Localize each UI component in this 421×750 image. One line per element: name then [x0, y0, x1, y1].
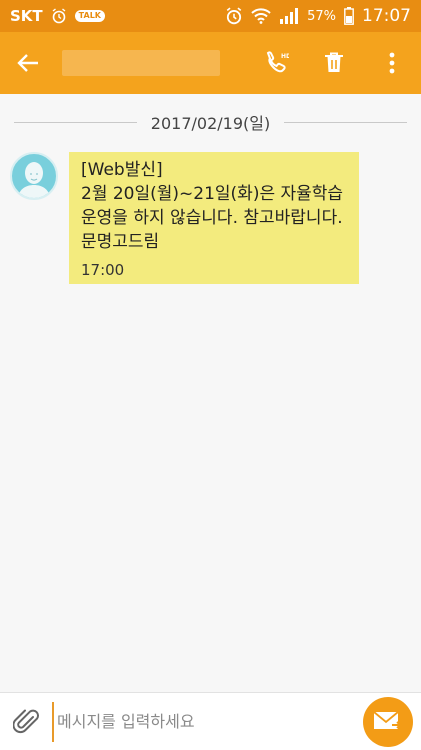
- date-label: 2017/02/19(일): [150, 114, 271, 133]
- alarm-icon: [51, 8, 67, 24]
- attach-button[interactable]: [0, 693, 52, 750]
- more-options-button[interactable]: [363, 32, 421, 94]
- hd-call-button[interactable]: HD: [247, 32, 305, 94]
- status-bar: SKT TALK 57% 17:07: [0, 0, 421, 32]
- send-mail-icon: [373, 710, 403, 729]
- message-bubble[interactable]: [Web발신] 2월 20일(월)~21일(화)은 자율학습 운영을 하지 않습…: [69, 152, 359, 284]
- date-divider: 2017/02/19(일): [14, 111, 407, 133]
- person-icon: [18, 162, 50, 198]
- message-time: 17:00: [81, 261, 125, 279]
- back-button[interactable]: [0, 32, 56, 94]
- message-input[interactable]: [52, 701, 359, 742]
- contact-name-redacted: [62, 50, 220, 76]
- arrow-back-icon: [17, 54, 38, 72]
- message-row: [Web발신] 2월 20일(월)~21일(화)은 자율학습 운영을 하지 않습…: [10, 152, 359, 284]
- avatar[interactable]: [10, 152, 58, 200]
- carrier-label: SKT: [10, 7, 43, 25]
- message-text: [Web발신] 2월 20일(월)~21일(화)은 자율학습 운영을 하지 않습…: [81, 160, 344, 252]
- trash-icon: [325, 52, 343, 72]
- send-button[interactable]: [363, 696, 413, 747]
- clock: 17:07: [362, 6, 411, 26]
- message-composer: [0, 692, 421, 750]
- battery-icon: [344, 7, 354, 25]
- wifi-icon: [251, 8, 271, 24]
- more-vert-icon: [389, 52, 395, 74]
- alarm-icon: [225, 7, 243, 25]
- battery-percent: 57%: [307, 8, 336, 24]
- signal-icon: [279, 7, 299, 25]
- app-bar: HD: [0, 32, 421, 94]
- delete-button[interactable]: [305, 32, 363, 94]
- conversation-view[interactable]: 2017/02/19(일) [Web발신] 2월 20일(월)~21일(화)은 …: [0, 94, 421, 692]
- phone-hd-icon: HD: [266, 51, 289, 73]
- svg-text:HD: HD: [281, 53, 289, 60]
- paperclip-icon: [13, 709, 39, 733]
- talk-notification-icon: TALK: [74, 10, 105, 22]
